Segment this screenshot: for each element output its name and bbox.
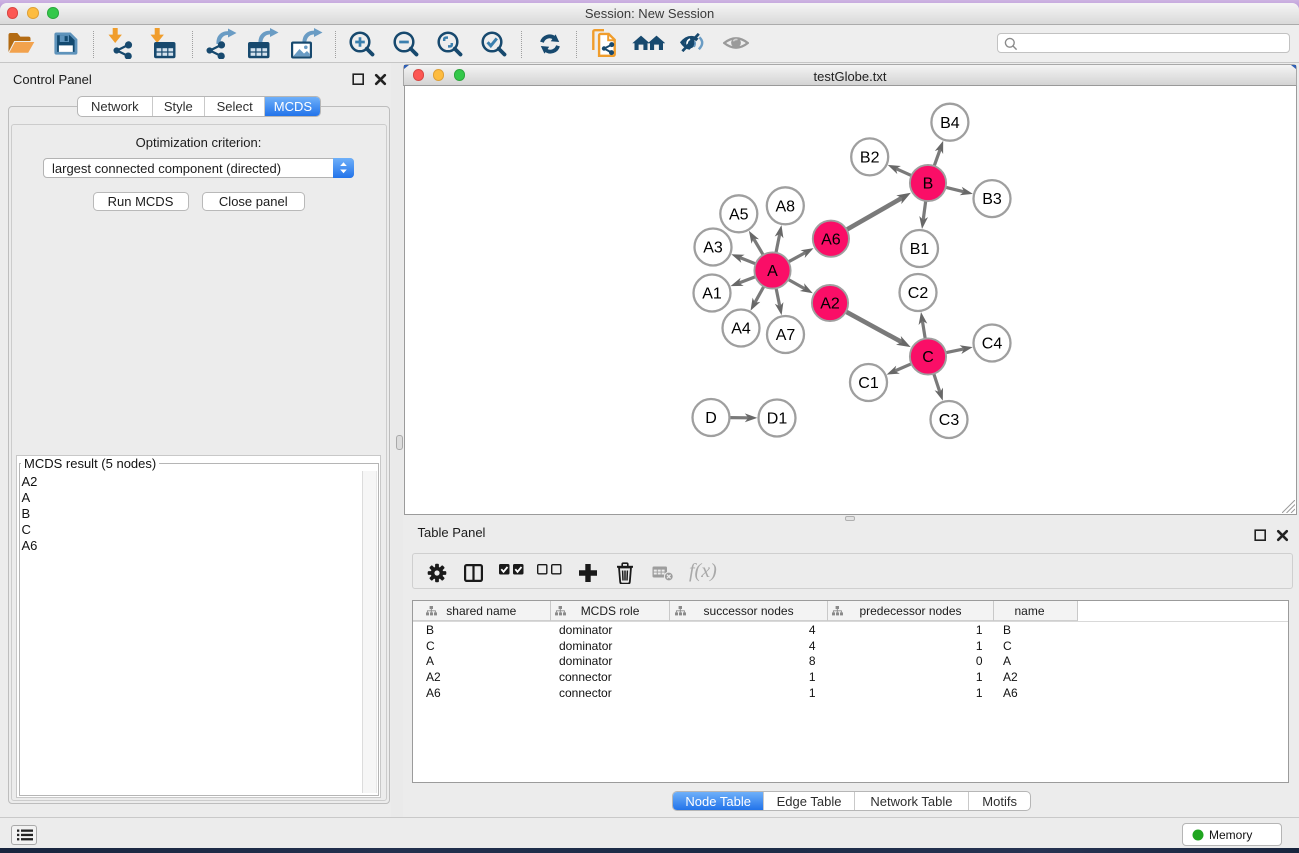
svg-text:C: C [922,349,934,366]
svg-text:B1: B1 [910,241,930,258]
svg-text:A8: A8 [776,198,796,215]
svg-text:C3: C3 [939,412,960,429]
svg-text:A1: A1 [702,285,722,302]
svg-text:A7: A7 [776,327,796,344]
svg-text:B3: B3 [982,191,1002,208]
svg-text:A: A [767,263,778,280]
svg-text:A4: A4 [731,320,751,337]
svg-text:B2: B2 [860,149,880,166]
svg-text:B: B [923,175,934,192]
svg-text:A6: A6 [821,231,841,248]
svg-text:C4: C4 [982,335,1003,352]
svg-text:C1: C1 [858,375,879,392]
svg-text:D1: D1 [767,410,788,427]
svg-text:A2: A2 [820,295,840,312]
svg-text:A3: A3 [703,239,723,256]
svg-text:A5: A5 [729,206,749,223]
svg-text:B4: B4 [940,114,960,131]
svg-text:D: D [705,410,717,427]
svg-text:C2: C2 [908,285,929,302]
